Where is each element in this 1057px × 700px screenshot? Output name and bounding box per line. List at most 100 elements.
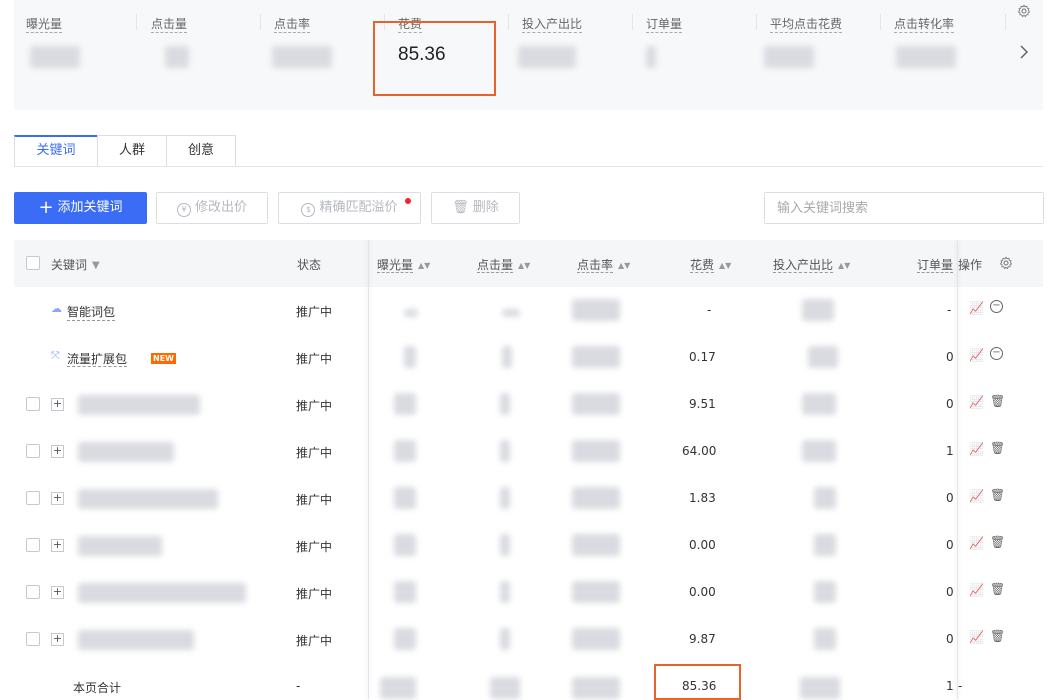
expand-row-button[interactable]: + (51, 633, 64, 646)
blurred-value (500, 393, 510, 415)
header-clicks-label: 点击量 (477, 258, 514, 273)
row-checkbox[interactable] (26, 585, 40, 599)
table-row: + 推广中 9.87 0 📈 🗑 (14, 616, 1043, 664)
sort-icon[interactable]: ▲▼ (518, 261, 530, 270)
cost-value: 9.87 (689, 632, 716, 646)
keyword-search-input[interactable] (764, 192, 1044, 224)
expand-row-button[interactable]: + (51, 586, 64, 599)
keyword-package-link[interactable]: 智能词包 (67, 303, 116, 321)
blurred-value (572, 299, 620, 321)
tab-keywords[interactable]: 关键词 (14, 135, 98, 167)
chart-icon[interactable]: 📈 (969, 442, 984, 456)
header-clicks[interactable]: 点击量 ▲▼ (477, 256, 530, 273)
trash-icon[interactable]: 🗑 (990, 488, 1005, 502)
chart-icon[interactable]: 📈 (969, 301, 984, 315)
blurred-value (896, 46, 956, 68)
filter-icon[interactable]: ▼ (92, 260, 100, 271)
chart-icon[interactable]: 📈 (969, 348, 984, 362)
blurred-value (272, 46, 332, 68)
trash-icon[interactable]: 🗑 (990, 582, 1005, 596)
expand-row-button[interactable]: + (51, 539, 64, 552)
divider (756, 14, 757, 30)
highlight-total-cost (654, 664, 741, 700)
row-checkbox[interactable] (26, 397, 40, 411)
chart-icon[interactable]: 📈 (969, 489, 984, 503)
delete-button[interactable]: 🗑 删除 (431, 192, 520, 224)
blurred-value (394, 393, 416, 415)
status-text: 推广中 (296, 352, 333, 366)
header-cost[interactable]: 花费 ▲▼ (690, 256, 731, 273)
add-keyword-button[interactable]: + 添加关键词 (14, 192, 147, 224)
header-cost-label: 花费 (690, 258, 715, 273)
header-keyword[interactable]: 关键词 ▼ (51, 256, 100, 273)
row-checkbox[interactable] (26, 632, 40, 646)
trash-icon: 🗑 (452, 200, 469, 215)
metric-label: 点击率 (274, 17, 311, 33)
expand-icon: ⤧ (51, 349, 60, 362)
total-status: - (296, 679, 301, 693)
expand-row-button[interactable]: + (51, 445, 64, 458)
blurred-value (802, 299, 834, 321)
blurred-value (802, 440, 836, 462)
header-impressions[interactable]: 曝光量 ▲▼ (377, 256, 430, 273)
blurred-value (502, 309, 520, 317)
row-checkbox[interactable] (26, 538, 40, 552)
status-text: 推广中 (296, 540, 333, 554)
row-checkbox[interactable] (26, 444, 40, 458)
blurred-value (572, 393, 620, 415)
precise-match-premium-button[interactable]: $ 精确匹配溢价 (278, 192, 421, 224)
yen-circle-icon: ¥ (176, 203, 191, 217)
row-checkbox[interactable] (26, 491, 40, 505)
chart-icon[interactable]: 📈 (969, 536, 984, 550)
trash-icon[interactable]: 🗑 (990, 629, 1005, 643)
trash-icon[interactable]: 🗑 (990, 441, 1005, 455)
sort-icon[interactable]: ▲▼ (838, 261, 850, 270)
sort-icon[interactable]: ▲▼ (418, 261, 430, 270)
cost-value: 1.83 (689, 491, 716, 505)
cost-value: 0.00 (689, 538, 716, 552)
metrics-panel: 曝光量 点击量 点击率 花费 85.36 投入产出比 订单量 平均点击花费 点击… (14, 0, 1043, 110)
total-orders: 1 (946, 679, 954, 693)
header-ctr[interactable]: 点击率 ▲▼ (577, 256, 630, 273)
table-row: ⤧ 流量扩展包 NEW 推广中 0.17 0 📈 − (14, 334, 1043, 382)
blurred-value (800, 677, 840, 699)
chart-icon[interactable]: 📈 (969, 630, 984, 644)
trash-icon[interactable]: 🗑 (990, 535, 1005, 549)
chart-icon[interactable]: 📈 (969, 395, 984, 409)
status-text: 推广中 (296, 634, 333, 648)
total-actions: - (958, 679, 963, 693)
status-text: 推广中 (296, 305, 333, 319)
blurred-value (814, 581, 836, 603)
sort-icon[interactable]: ▲▼ (618, 261, 630, 270)
expand-row-button[interactable]: + (51, 492, 64, 505)
trash-icon[interactable]: 🗑 (990, 394, 1005, 408)
blurred-keyword (78, 395, 200, 415)
divider (508, 14, 509, 30)
header-roi[interactable]: 投入产出比 ▲▼ (773, 256, 850, 273)
select-all-checkbox[interactable] (26, 256, 40, 270)
metric-label: 点击量 (151, 17, 188, 33)
blurred-value (500, 440, 510, 462)
tab-audience[interactable]: 人群 (97, 135, 167, 167)
blurred-value (572, 346, 620, 368)
cost-value: 64.00 (682, 444, 717, 458)
blurred-value (572, 487, 620, 509)
traffic-package-link[interactable]: 流量扩展包 (67, 352, 128, 367)
modify-bid-button[interactable]: ¥ 修改出价 (156, 192, 268, 224)
tabs-divider (14, 166, 1043, 167)
column-settings-icon[interactable] (999, 256, 1013, 270)
chart-icon[interactable]: 📈 (969, 583, 984, 597)
metric-label: 投入产出比 (522, 17, 583, 33)
tab-creative[interactable]: 创意 (166, 135, 236, 167)
pause-circle-icon[interactable]: − (990, 347, 1003, 360)
settings-gear-icon[interactable] (1017, 4, 1031, 18)
sort-icon[interactable]: ▲▼ (719, 261, 731, 270)
chevron-right-icon[interactable] (1017, 43, 1031, 61)
expand-row-button[interactable]: + (51, 398, 64, 411)
metric-label: 订单量 (646, 17, 683, 33)
header-orders[interactable]: 订单量 (917, 256, 954, 273)
pause-circle-icon[interactable]: − (990, 300, 1003, 313)
orders-value: 0 (946, 632, 954, 646)
status-text: 推广中 (296, 587, 333, 601)
cost-value: 0.17 (689, 350, 716, 364)
